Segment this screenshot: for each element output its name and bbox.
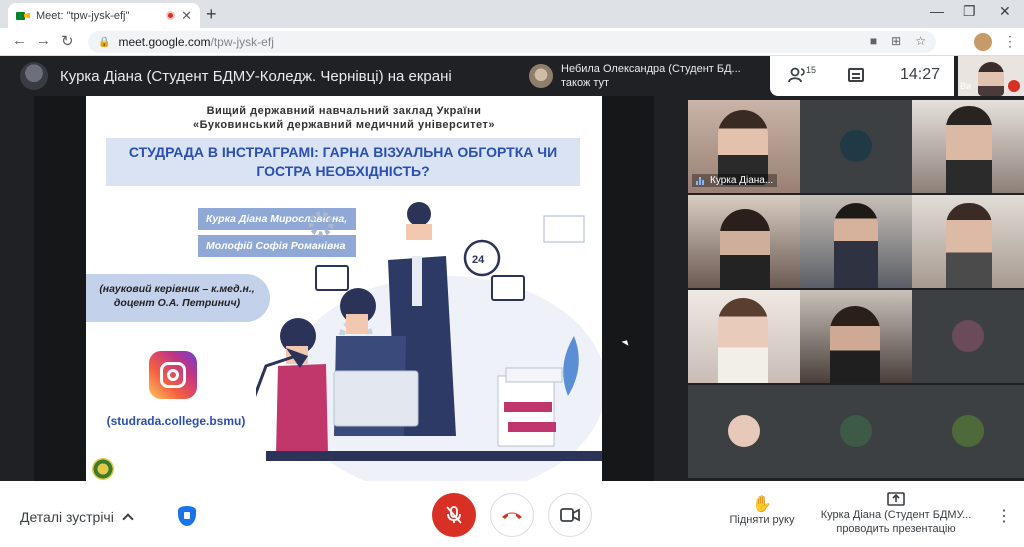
maximize-button[interactable]: ❐	[963, 3, 976, 20]
badge-24-text: 24	[472, 254, 485, 266]
address-bar[interactable]: 🔒 meet.google.com/tpw-jysk-efj ■ ⊞ ☆	[88, 31, 936, 53]
tab-close-icon[interactable]: ✕	[181, 8, 192, 24]
meet-favicon-icon	[16, 10, 30, 22]
more-options-icon[interactable]: ⋮	[996, 506, 1012, 526]
notification-avatar	[529, 64, 553, 88]
self-label: Ви	[960, 81, 972, 91]
participant-tile[interactable]	[912, 385, 1024, 478]
participant-figure	[834, 203, 878, 288]
slide-head-line2: «Буковинський державний медичний універс…	[192, 119, 496, 131]
url-host: meet.google.com	[118, 35, 211, 49]
participant-tile[interactable]	[688, 385, 800, 478]
participant-figure	[830, 306, 880, 383]
self-view-tile[interactable]: Ви	[958, 56, 1024, 96]
hand-icon: ✋	[752, 496, 772, 513]
close-window-button[interactable]: ✕	[999, 3, 1011, 20]
participant-tile[interactable]: Курка Діана...	[688, 100, 800, 193]
participant-tile[interactable]	[912, 290, 1024, 383]
minimize-button[interactable]: —	[930, 3, 944, 19]
meeting-clock: 14:27	[900, 66, 941, 83]
participant-tile[interactable]	[800, 290, 912, 383]
notification-subtext: також тут	[561, 77, 610, 89]
present-screen-icon	[887, 492, 905, 506]
window-card	[543, 215, 585, 243]
meeting-details-button[interactable]: Деталі зустрічі	[20, 509, 134, 525]
presentation-slide: Вищий державний навчальний заклад Україн…	[86, 96, 602, 481]
camera-in-use-icon[interactable]: ■	[870, 34, 877, 48]
browser-menu-icon[interactable]: ⋮	[1003, 33, 1017, 50]
tab-title: Meet: "tpw-jysk-efj"	[36, 9, 130, 22]
mic-off-icon	[446, 506, 462, 524]
presenter-name: Курка Діана (Студент БДМУ...	[820, 509, 972, 521]
chevron-up-icon	[122, 513, 134, 525]
presenting-now-button[interactable]: Курка Діана (Студент БДМУ... проводить п…	[812, 492, 980, 536]
meeting-info-panel: 15 14:27	[770, 56, 954, 96]
url-path: /tpw-jysk-efj	[210, 35, 274, 49]
chat-icon[interactable]	[848, 68, 864, 82]
bookmark-star-icon[interactable]: ☆	[915, 34, 926, 48]
new-tab-button[interactable]: +	[206, 4, 217, 25]
participant-name: Курка Діана...	[710, 175, 774, 186]
meeting-details-label: Деталі зустрічі	[20, 509, 114, 525]
participant-tile[interactable]	[912, 195, 1024, 288]
translate-icon[interactable]: ⊞	[891, 34, 901, 48]
participant-figure	[946, 203, 992, 288]
notification-name: Небила Олександра (Студент БД...	[561, 63, 741, 75]
presenter-avatar	[20, 62, 48, 90]
join-notification: Небила Олександра (Студент БД... також т…	[523, 56, 767, 96]
participant-grid: Курка Діана...	[688, 100, 1024, 478]
participant-avatar	[952, 415, 984, 447]
self-mic-muted-icon	[1008, 80, 1020, 92]
microphone-toggle-button[interactable]	[432, 493, 476, 537]
participant-avatar	[728, 415, 760, 447]
participant-label: Курка Діана...	[692, 174, 778, 187]
participant-tile[interactable]	[800, 100, 912, 193]
participant-tile[interactable]	[912, 100, 1024, 193]
recording-icon	[166, 11, 176, 20]
lock-icon[interactable]: 🔒	[98, 37, 110, 48]
participant-avatar	[840, 130, 872, 162]
slide-head-line1: Вищий державний навчальний заклад Україн…	[206, 105, 482, 117]
chat-bubble-icon	[491, 275, 525, 301]
gear-icon	[308, 211, 334, 237]
camera-toggle-button[interactable]	[548, 493, 592, 537]
reload-icon[interactable]: ↻	[61, 32, 74, 50]
browser-toolbar: ← → ↻ 🔒 meet.google.com/tpw-jysk-efj ■ ⊞…	[0, 28, 1024, 56]
browser-tab-strip: Meet: "tpw-jysk-efj" ✕ + — ❐ ✕	[0, 0, 1024, 28]
slide-institution: Вищий державний навчальний заклад Україн…	[86, 104, 602, 132]
participant-tile[interactable]	[800, 195, 912, 288]
self-video	[978, 62, 1004, 96]
participant-tile[interactable]	[800, 385, 912, 478]
slide-title: СТУДРАДА В ІНСТРАГРАМІ: ГАРНА ВІЗУАЛЬНА …	[106, 138, 580, 186]
participant-count: 15	[806, 65, 817, 75]
participant-tile[interactable]	[688, 195, 800, 288]
participant-avatar	[952, 320, 984, 352]
presenting-title: Курка Діана (Студент БДМУ-Коледж. Чернів…	[60, 68, 452, 85]
participant-tile[interactable]	[688, 290, 800, 383]
instagram-icon	[149, 351, 197, 399]
hang-up-icon	[502, 512, 522, 519]
video-camera-icon	[560, 508, 580, 522]
back-icon[interactable]: ←	[12, 32, 27, 49]
university-emblem-icon	[92, 458, 114, 480]
speech-bubble-icon	[315, 265, 349, 291]
profile-avatar[interactable]	[974, 33, 992, 51]
presenting-status: проводить презентацію	[836, 523, 956, 535]
browser-tab[interactable]: Meet: "tpw-jysk-efj" ✕	[8, 3, 200, 28]
participant-figure	[946, 106, 992, 193]
speaking-indicator-icon	[696, 176, 706, 185]
forward-icon[interactable]: →	[36, 32, 51, 49]
participant-figure	[720, 209, 770, 288]
leave-call-button[interactable]	[490, 493, 534, 537]
advisor-box: (науковий керівник – к.мед.н., доцент О.…	[86, 274, 270, 322]
instagram-handle: (studrada.college.bsmu)	[106, 414, 246, 428]
participant-avatar	[840, 415, 872, 447]
raise-hand-label: Підняти руку	[729, 514, 795, 526]
participant-figure	[718, 298, 768, 383]
raise-hand-button[interactable]: ✋ Підняти руку	[722, 496, 802, 526]
office-team-illustration: 24	[256, 202, 602, 481]
